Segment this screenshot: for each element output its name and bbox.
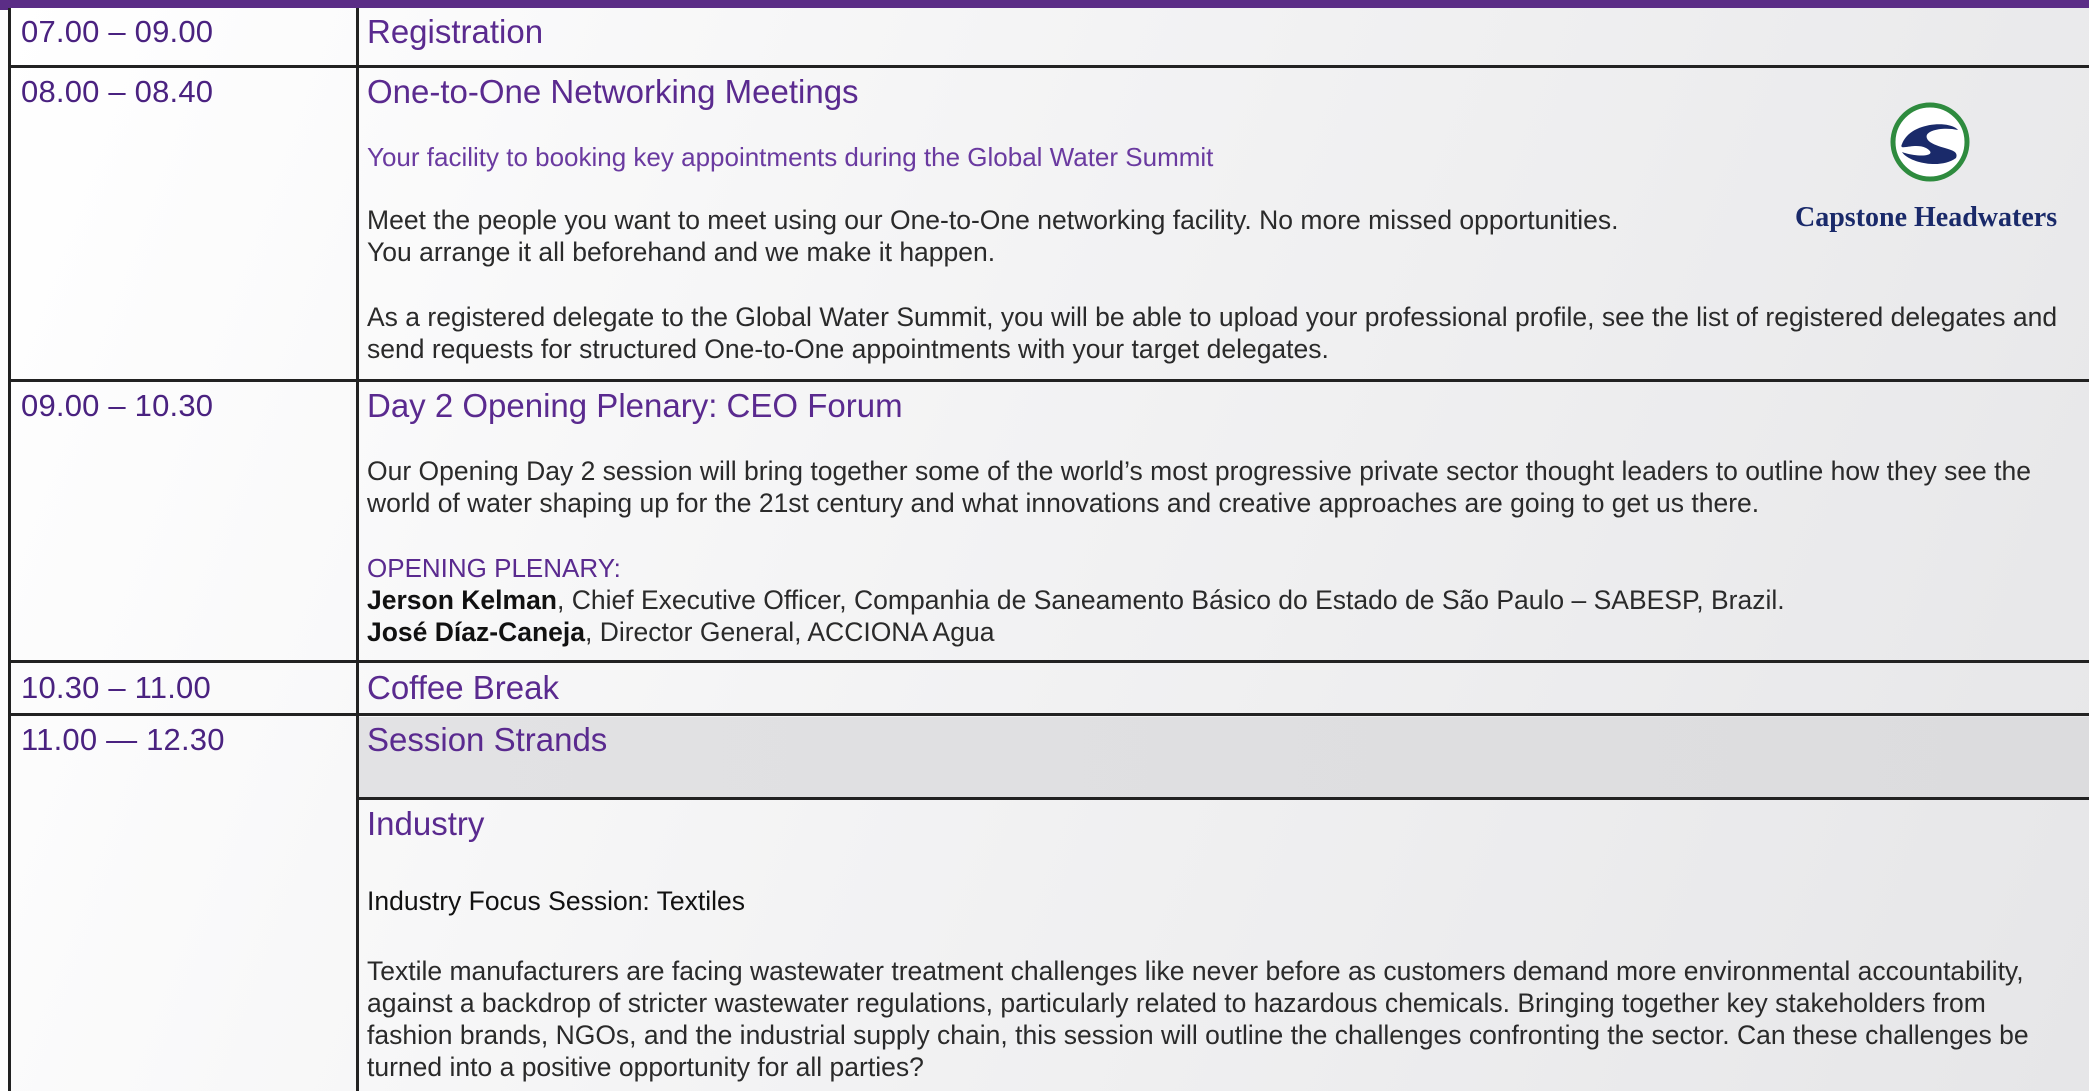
description-line: turned into a positive opportunity for a… <box>367 1052 924 1082</box>
focus-session-title: Industry Focus Session: Textiles <box>367 886 746 916</box>
speaker-line: José Díaz-Caneja, Director General, ACCI… <box>367 617 994 648</box>
row-divider <box>8 379 2089 382</box>
session-description: As a registered delegate to the Global W… <box>367 301 2087 365</box>
session-title: Day 2 Opening Plenary: CEO Forum <box>367 387 903 424</box>
speaker-name: Jerson Kelman <box>367 585 557 615</box>
session-description: Our Opening Day 2 session will bring tog… <box>367 455 2087 519</box>
description-line: world of water shaping up for the 21st c… <box>367 488 1760 518</box>
speaker-line: Jerson Kelman, Chief Executive Officer, … <box>367 585 1785 616</box>
speaker-role: , Director General, ACCIONA Agua <box>584 617 995 647</box>
description-line: against a backdrop of stricter wastewate… <box>367 988 1986 1018</box>
column-divider <box>356 8 359 1091</box>
row-divider <box>8 713 2089 716</box>
time-slot: 11.00 — 12.30 <box>21 722 225 757</box>
speaker-role: , Chief Executive Officer, Companhia de … <box>557 585 1785 615</box>
time-slot: 07.00 – 09.00 <box>21 14 214 49</box>
session-title: One-to-One Networking Meetings <box>367 73 859 110</box>
row-divider <box>356 797 2089 800</box>
time-slot: 09.00 – 10.30 <box>21 388 214 423</box>
row-divider <box>8 65 2089 68</box>
logo-text: Capstone Headwaters <box>1795 202 2058 233</box>
session-description: Textile manufacturers are facing wastewa… <box>367 955 2087 1083</box>
session-title: Registration <box>367 13 544 50</box>
speaker-name: José Díaz-Caneja <box>367 617 585 647</box>
strand-title: Industry <box>367 805 485 842</box>
description-line: send requests for structured One-to-One … <box>367 334 1329 364</box>
description-line: As a registered delegate to the Global W… <box>367 302 2058 332</box>
session-title: Session Strands <box>367 721 608 758</box>
plenary-label: OPENING PLENARY: <box>367 553 621 583</box>
description-line: fashion brands, NGOs, and the industrial… <box>367 1020 2029 1050</box>
time-slot: 08.00 – 08.40 <box>21 74 214 109</box>
description-line: Our Opening Day 2 session will bring tog… <box>367 456 2032 486</box>
session-subtitle: Your facility to booking key appointment… <box>367 142 1214 172</box>
description-line: Textile manufacturers are facing wastewa… <box>367 956 2024 986</box>
session-title: Coffee Break <box>367 669 560 706</box>
row-divider <box>8 660 2089 663</box>
session-strands-band <box>359 717 2089 797</box>
description-line: You arrange it all beforehand and we mak… <box>367 237 996 267</box>
time-slot: 10.30 – 11.00 <box>21 670 211 705</box>
